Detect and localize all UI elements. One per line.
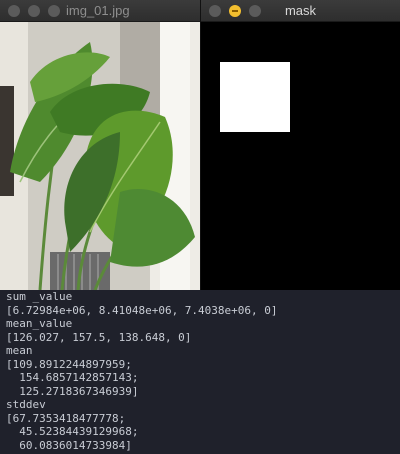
- image-canvas: [0, 22, 200, 290]
- zoom-icon[interactable]: [48, 5, 60, 17]
- plant-photo: [0, 22, 200, 290]
- console-line: stddev: [6, 398, 46, 411]
- console-line: [6.72984e+06, 8.41048e+06, 7.4038e+06, 0…: [6, 303, 278, 317]
- minimize-icon[interactable]: [28, 5, 40, 17]
- image-window-title: img_01.jpg: [66, 3, 130, 18]
- console-line: [126.027, 157.5, 138.648, 0]: [6, 330, 192, 344]
- console-line: mean_value: [6, 317, 73, 330]
- console-line: sum _value: [6, 290, 73, 303]
- console-line: 125.2718367346939]: [6, 384, 139, 398]
- console-output: sum _value [6.72984e+06, 8.41048e+06, 7.…: [0, 290, 400, 454]
- mask-canvas: [201, 22, 400, 290]
- console-line: 45.52384439129968;: [6, 425, 139, 438]
- console-line: 60.0836014733984]: [6, 438, 132, 452]
- mask-region: [220, 62, 290, 132]
- console-line: mean: [6, 344, 33, 357]
- close-icon[interactable]: [8, 5, 20, 17]
- mask-window-titlebar[interactable]: mask: [201, 0, 400, 22]
- console-line: 154.6857142857143;: [6, 371, 139, 384]
- image-window-titlebar[interactable]: img_01.jpg: [0, 0, 200, 22]
- image-window: img_01.jpg: [0, 0, 200, 290]
- console-line: [67.7353418477778;: [6, 411, 126, 425]
- mask-window-title: mask: [284, 3, 317, 18]
- mask-window: mask: [200, 0, 400, 290]
- console-line: [109.8912244897959;: [6, 357, 132, 371]
